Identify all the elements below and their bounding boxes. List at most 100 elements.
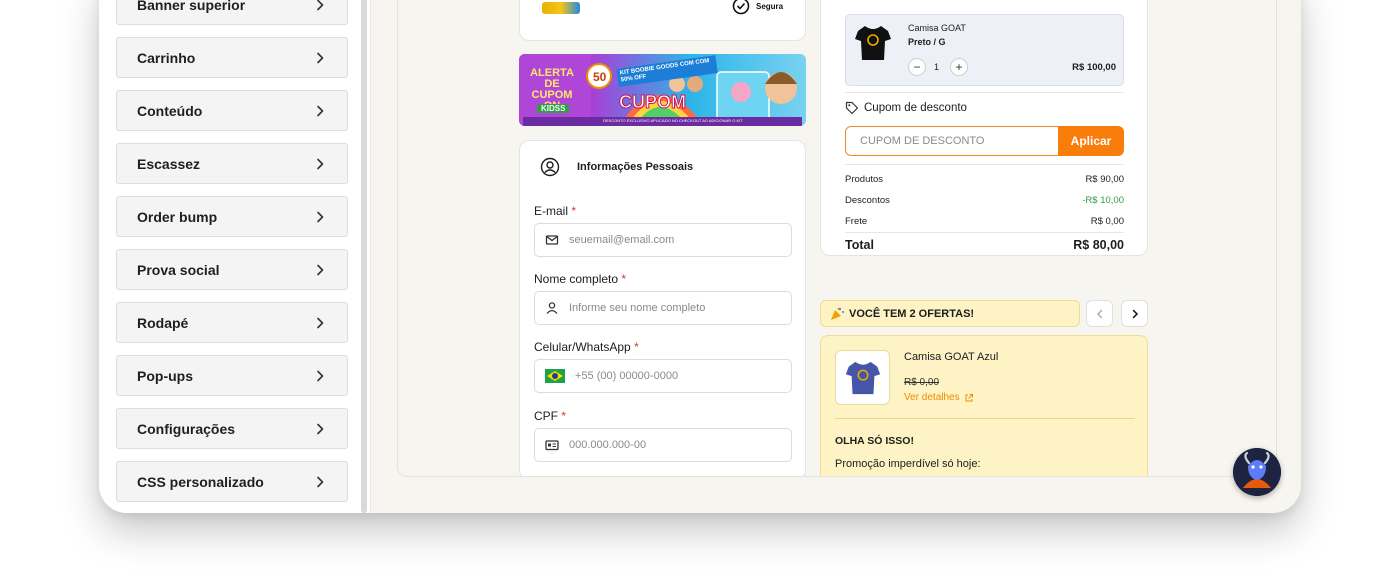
sidebar-item-label: Configurações <box>137 420 236 437</box>
offer-details-link[interactable]: Ver detalhes <box>904 392 974 403</box>
sidebar-scrollbar[interactable] <box>361 0 367 513</box>
name-label: Nome completo * <box>534 272 627 286</box>
tag-icon <box>845 101 859 115</box>
sidebar-item-order-bump[interactable]: Order bump <box>116 196 348 237</box>
sidebar-item-label: Conteúdo <box>137 102 203 119</box>
offer-headline: OLHA SÓ ISSO! <box>835 435 914 447</box>
sidebar-item-label: Order bump <box>137 208 218 225</box>
sidebar-item-label: CSS personalizado <box>137 473 264 490</box>
chevron-right-icon <box>317 317 324 328</box>
divider <box>845 232 1124 233</box>
brand-logo <box>542 2 580 14</box>
offer-old-price: R$ 0,00 <box>904 377 940 388</box>
cart-item: Camisa GOAT Preto / G − 1 + R$ 100,00 <box>845 14 1124 86</box>
summary-discounts-row: Descontos -R$ 10,00 <box>845 195 1124 206</box>
banner-cupom: CUPOM <box>619 92 687 113</box>
chevron-right-icon <box>317 158 324 169</box>
cpf-field[interactable]: 000.000.000-00 <box>534 428 792 462</box>
cart-product-variant: Preto / G <box>908 37 946 47</box>
divider <box>845 92 1124 93</box>
sidebar-item-label: Pop-ups <box>137 367 193 384</box>
sidebar-item-label: Escassez <box>137 155 201 172</box>
offer-product-name: Camisa GOAT Azul <box>904 351 999 363</box>
sidebar-item-configuracoes[interactable]: Configurações <box>116 408 348 449</box>
shield-check-icon <box>732 0 750 15</box>
offers-banner: VOCÊ TEM 2 OFERTAS! <box>820 300 1080 327</box>
chevron-right-icon <box>317 264 324 275</box>
coupon-input[interactable]: CUPOM DE DESCONTO <box>845 126 1059 156</box>
offers-prev-button[interactable] <box>1086 300 1113 327</box>
mail-icon <box>545 235 559 245</box>
banner-badge: 50 <box>593 70 607 84</box>
offers-next-button[interactable] <box>1121 300 1148 327</box>
chevron-right-icon <box>317 105 324 116</box>
offer-thumbnail <box>835 350 890 405</box>
sidebar-item-pop-ups[interactable]: Pop-ups <box>116 355 348 396</box>
sidebar-item-carrinho[interactable]: Carrinho <box>116 37 348 78</box>
offer-product-image <box>845 361 881 395</box>
promo-banner[interactable]: ALERTA DE CUPOM ON KIDSS 50 KIT BOOBIE G… <box>519 54 806 126</box>
assistant-avatar-button[interactable] <box>1233 448 1281 496</box>
personal-info-card: Informações Pessoais E-mail * seuemail@e… <box>519 140 806 476</box>
cpf-label: CPF * <box>534 409 567 423</box>
product-thumbnail <box>855 26 891 60</box>
device-frame: Banner superior Carrinho Conteúdo Escass… <box>99 0 1301 513</box>
cart-quantity: 1 <box>934 62 940 72</box>
chevron-left-icon <box>1096 309 1102 318</box>
banner-footer: DESCONTO EXCLUSIVO APLICADO NO CHECKOUT … <box>603 118 743 123</box>
cart-item-price: R$ 100,00 <box>1072 62 1116 73</box>
cart-product-name: Camisa GOAT <box>908 23 966 33</box>
coupon-title: Cupom de desconto <box>864 102 967 114</box>
order-summary-card: Camisa GOAT Preto / G − 1 + R$ 100,00 Cu… <box>820 0 1148 256</box>
party-popper-icon <box>831 307 844 320</box>
sidebar-item-prova-social[interactable]: Prova social <box>116 249 348 290</box>
brazil-flag-icon[interactable] <box>545 369 565 383</box>
chevron-right-icon <box>317 0 324 10</box>
sidebar-item-label: Carrinho <box>137 49 196 66</box>
phone-field[interactable]: +55 (00) 00000-0000 <box>534 359 792 393</box>
personal-info-title: Informações Pessoais <box>577 161 694 173</box>
seal-label: Segura <box>756 2 784 11</box>
sidebar-item-label: Rodapé <box>137 314 189 331</box>
sidebar-scrollbar-thumb[interactable] <box>361 0 367 513</box>
sidebar: Banner superior Carrinho Conteúdo Escass… <box>99 0 371 513</box>
phone-label: Celular/WhatsApp * <box>534 340 639 354</box>
summary-products-row: Produtos R$ 90,00 <box>845 174 1124 185</box>
security-seal-card: Segura <box>519 0 806 41</box>
id-card-icon <box>545 440 559 451</box>
name-placeholder: Informe seu nome completo <box>569 302 706 314</box>
apply-coupon-button[interactable]: Aplicar <box>1058 126 1124 156</box>
phone-placeholder: +55 (00) 00000-0000 <box>575 370 679 382</box>
checkout-preview: Segura ALERTA DE CUPOM ON KIDSS 50 KIT <box>397 0 1277 477</box>
sidebar-item-rodape[interactable]: Rodapé <box>116 302 348 343</box>
chevron-right-icon <box>317 476 324 487</box>
quantity-increase-button[interactable]: + <box>950 58 968 76</box>
name-field[interactable]: Informe seu nome completo <box>534 291 792 325</box>
chevron-right-icon <box>317 211 324 222</box>
sidebar-item-conteudo[interactable]: Conteúdo <box>116 90 348 131</box>
email-field[interactable]: seuemail@email.com <box>534 223 792 257</box>
email-label: E-mail * <box>534 204 577 218</box>
divider <box>845 164 1124 165</box>
divider <box>835 418 1135 419</box>
quantity-decrease-button[interactable]: − <box>908 58 926 76</box>
summary-total-row: Total R$ 80,00 <box>845 238 1124 252</box>
sidebar-item-label: Prova social <box>137 261 220 278</box>
external-link-icon <box>965 393 973 401</box>
sidebar-item-label: Banner superior <box>137 0 246 13</box>
offer-card: Camisa GOAT Azul R$ 0,00 Ver detalhes OL… <box>820 335 1148 476</box>
user-icon <box>546 302 558 314</box>
chevron-right-icon <box>317 423 324 434</box>
goat-avatar-icon <box>1233 448 1281 496</box>
sidebar-item-css-personalizado[interactable]: CSS personalizado <box>116 461 348 502</box>
email-placeholder: seuemail@email.com <box>569 234 675 246</box>
chevron-right-icon <box>317 370 324 381</box>
sidebar-item-escassez[interactable]: Escassez <box>116 143 348 184</box>
user-circle-icon <box>540 157 560 177</box>
sidebar-item-banner-superior[interactable]: Banner superior <box>116 0 348 25</box>
chevron-right-icon <box>1132 309 1138 318</box>
chevron-right-icon <box>317 52 324 63</box>
offers-count-text: VOCÊ TEM 2 OFERTAS! <box>849 307 975 320</box>
banner-kids: KIDSS <box>537 104 570 113</box>
offer-description: Promoção imperdível só hoje: <box>835 458 981 470</box>
